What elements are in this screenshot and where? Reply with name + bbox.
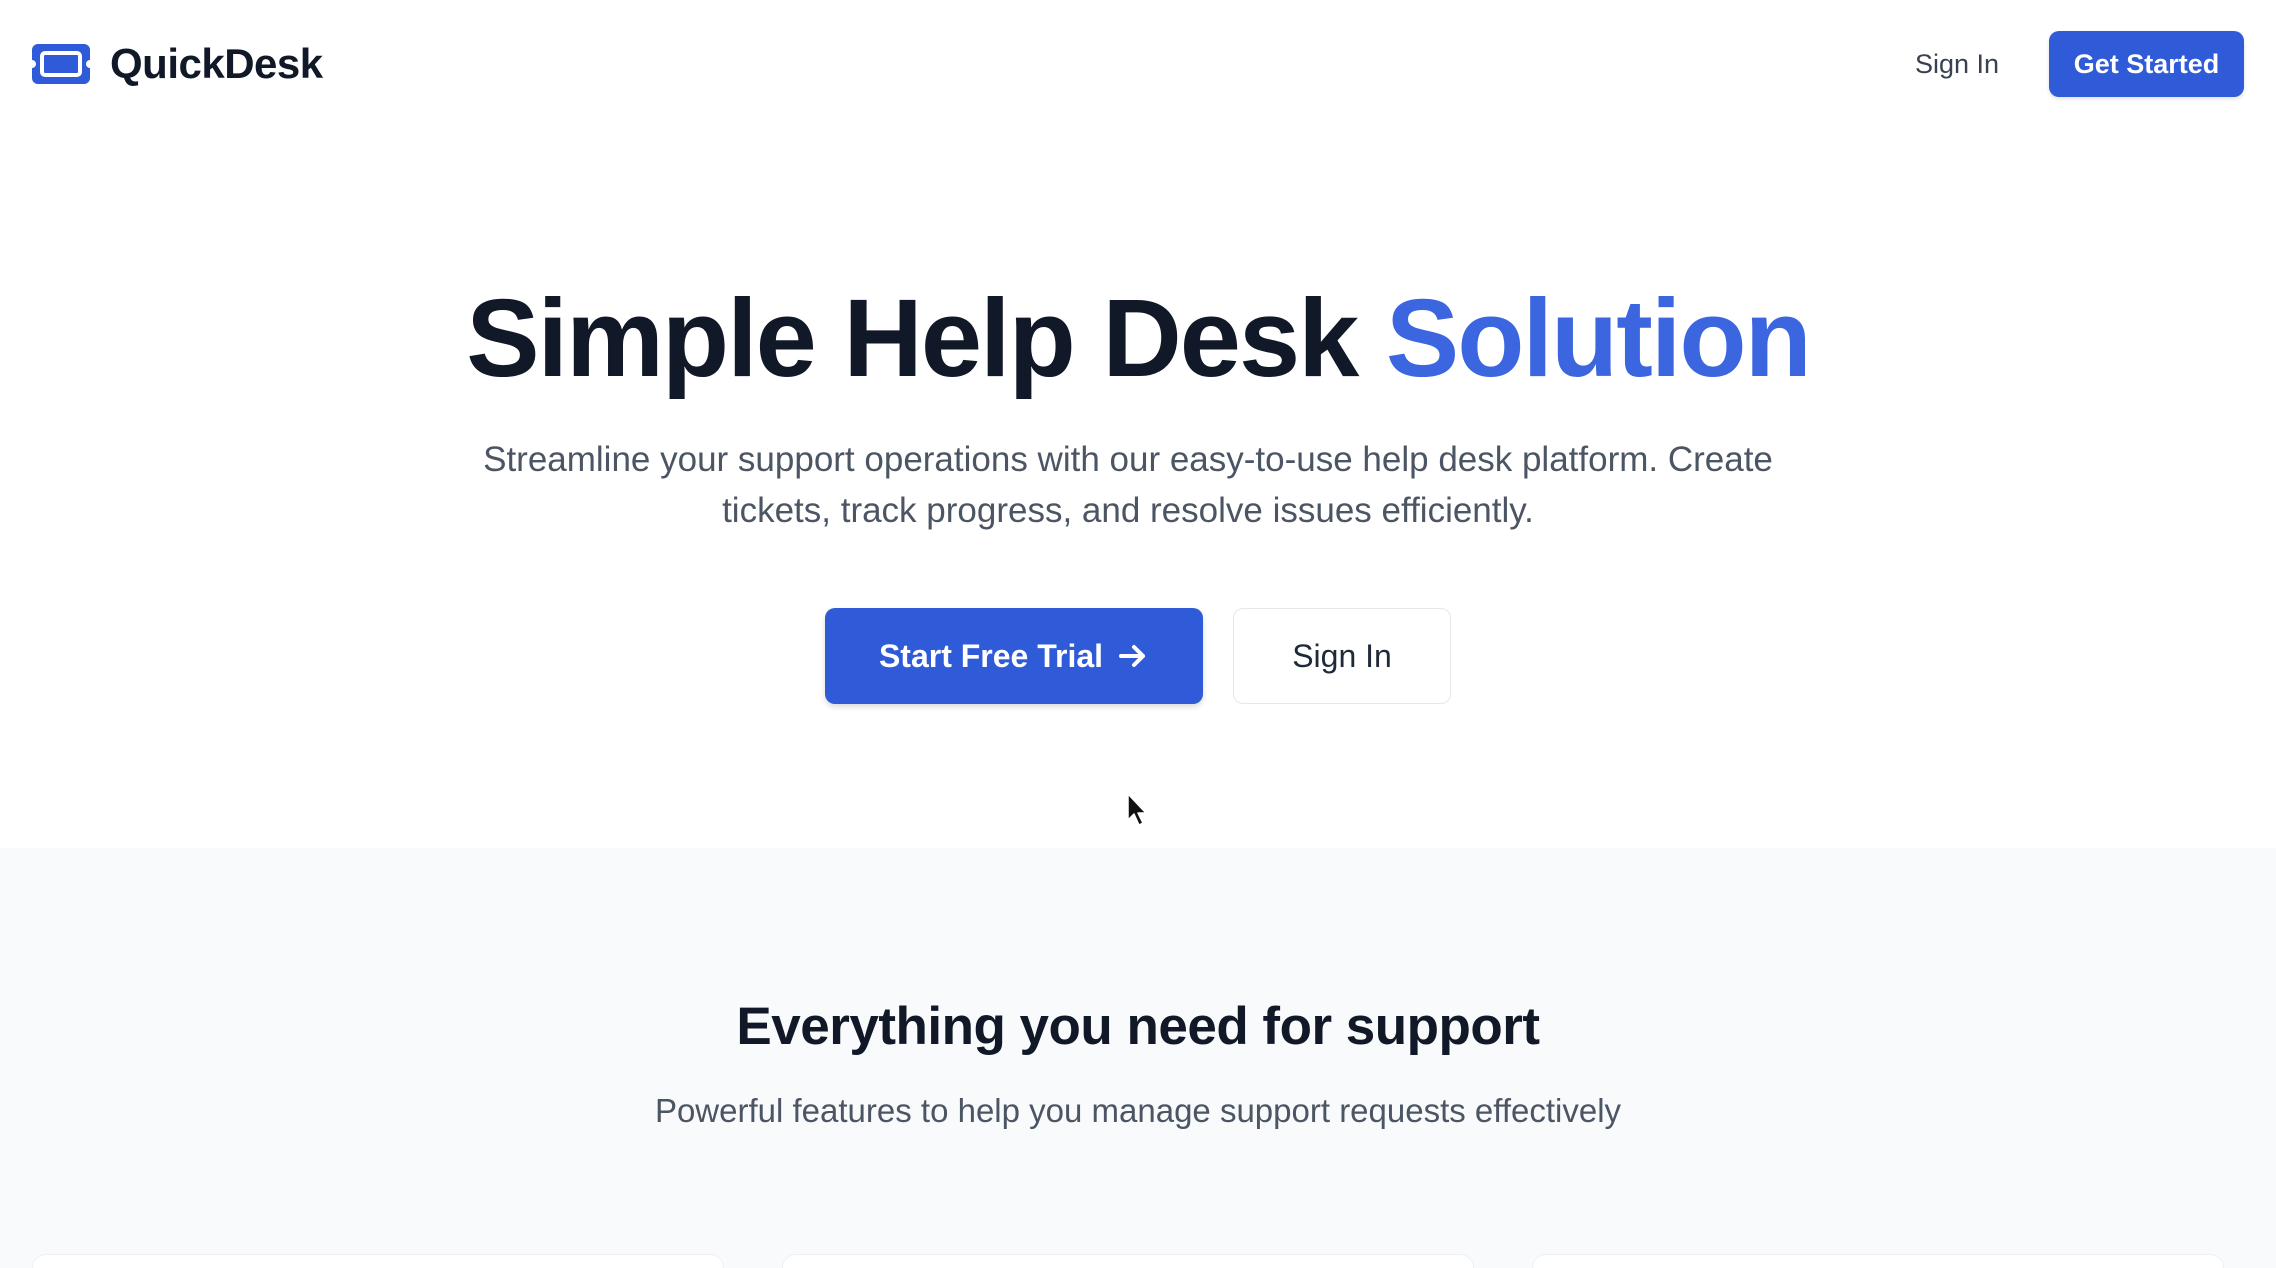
landing-page: QuickDesk Sign In Get Started Simple Hel… xyxy=(0,0,2276,1268)
hero-title-main: Simple Help Desk xyxy=(466,277,1386,400)
hero-cta-group: Start Free Trial Sign In xyxy=(0,608,2276,704)
mouse-cursor-icon xyxy=(1127,793,1147,826)
feature-card xyxy=(32,1254,724,1268)
feature-card xyxy=(1532,1254,2224,1268)
brand-name: QuickDesk xyxy=(110,40,323,87)
nav-sign-in-link[interactable]: Sign In xyxy=(1915,49,1999,80)
start-free-trial-button[interactable]: Start Free Trial xyxy=(825,608,1203,704)
features-section: Everything you need for support Powerful… xyxy=(0,848,2276,1268)
ticket-icon xyxy=(32,44,90,84)
hero-subtitle: Streamline your support operations with … xyxy=(483,440,1773,530)
feature-card xyxy=(782,1254,1474,1268)
hero-title: Simple Help Desk Solution xyxy=(0,278,2276,399)
arrow-right-icon xyxy=(1119,645,1146,667)
brand[interactable]: QuickDesk xyxy=(32,40,323,88)
hero-title-accent: Solution xyxy=(1385,277,1812,400)
features-subtitle: Powerful features to help you manage sup… xyxy=(654,1092,1622,1129)
start-free-trial-label: Start Free Trial xyxy=(878,637,1104,674)
site-header: QuickDesk Sign In Get Started xyxy=(0,0,2276,128)
get-started-button[interactable]: Get Started xyxy=(2049,31,2244,97)
features-title: Everything you need for support xyxy=(736,997,1540,1056)
hero-sign-in-button[interactable]: Sign In xyxy=(1233,608,1451,704)
top-nav: Sign In Get Started xyxy=(1915,31,2244,97)
hero-section: Simple Help Desk Solution Streamline you… xyxy=(0,128,2276,848)
